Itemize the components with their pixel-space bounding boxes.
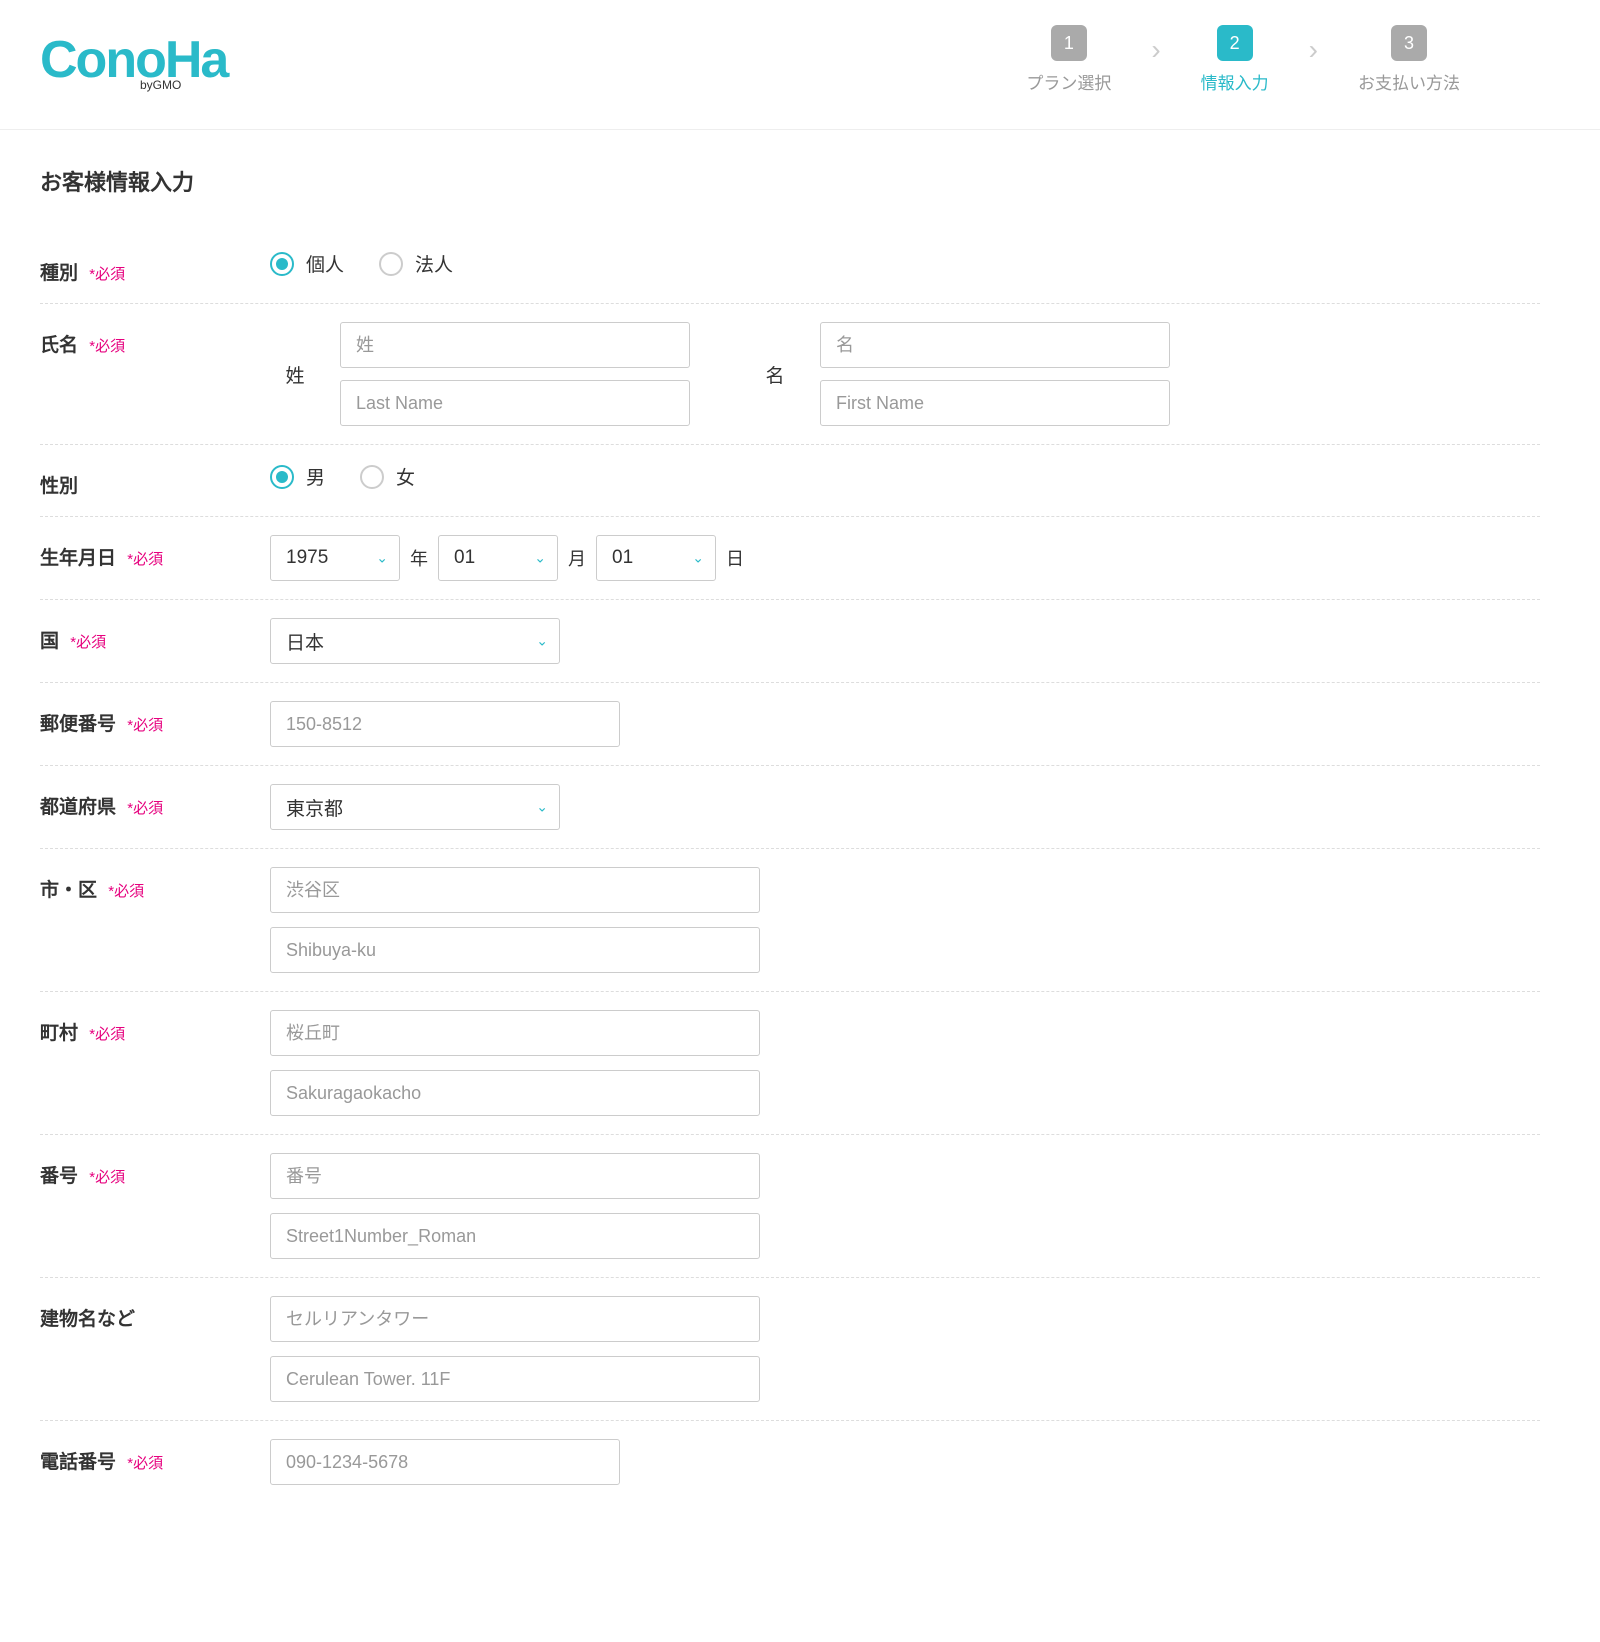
postal-input[interactable]	[270, 701, 620, 747]
day-select[interactable]: 01	[596, 535, 716, 581]
day-unit: 日	[726, 545, 744, 571]
row-town: 町村 *必須	[40, 992, 1540, 1135]
label-building: 建物名など	[40, 1296, 270, 1331]
form-container: お客様情報入力 種別 *必須 個人 法人 氏名 *必須	[0, 130, 1580, 1538]
required-marker: *必須	[108, 883, 144, 900]
header: ConoHa byGMO 1 プラン選択 › 2 情報入力 › 3 お支払い方法	[0, 0, 1600, 130]
required-marker: *必須	[89, 1026, 125, 1043]
label-birthdate: 生年月日 *必須	[40, 535, 270, 570]
label-type: 種別 *必須	[40, 250, 270, 285]
firstname-en-input[interactable]	[820, 380, 1170, 426]
required-marker: *必須	[127, 717, 163, 734]
row-name: 氏名 *必須 姓 名	[40, 304, 1540, 445]
month-unit: 月	[568, 545, 586, 571]
row-birthdate: 生年月日 *必須 1975 ⌄ 年 01 ⌄ 月 01 ⌄ 日	[40, 517, 1540, 600]
page-title: お客様情報入力	[40, 165, 1540, 197]
town-jp-input[interactable]	[270, 1010, 760, 1056]
building-en-input[interactable]	[270, 1356, 760, 1402]
country-select[interactable]: 日本	[270, 618, 560, 664]
row-phone: 電話番号 *必須	[40, 1421, 1540, 1503]
phone-input[interactable]	[270, 1439, 620, 1485]
street-jp-input[interactable]	[270, 1153, 760, 1199]
required-marker: *必須	[89, 266, 125, 283]
required-marker: *必須	[89, 1169, 125, 1186]
street-en-input[interactable]	[270, 1213, 760, 1259]
row-building: 建物名など	[40, 1278, 1540, 1421]
step-plan: 1 プラン選択	[1026, 25, 1111, 94]
city-en-input[interactable]	[270, 927, 760, 973]
logo-subtext: byGMO	[140, 79, 181, 91]
row-gender: 性別 男 女	[40, 445, 1540, 517]
step-2-box: 2	[1217, 25, 1253, 61]
label-name: 氏名 *必須	[40, 322, 270, 357]
step-1-label: プラン選択	[1026, 69, 1111, 94]
year-select[interactable]: 1975	[270, 535, 400, 581]
lastname-jp-input[interactable]	[340, 322, 690, 368]
row-prefecture: 都道府県 *必須 東京都 ⌄	[40, 766, 1540, 849]
label-mei: 名	[750, 361, 800, 388]
building-jp-input[interactable]	[270, 1296, 760, 1342]
label-country: 国 *必須	[40, 618, 270, 653]
label-city: 市・区 *必須	[40, 867, 270, 902]
label-postal: 郵便番号 *必須	[40, 701, 270, 736]
step-info: 2 情報入力	[1201, 25, 1269, 94]
row-street: 番号 *必須	[40, 1135, 1540, 1278]
radio-label: 女	[396, 463, 415, 490]
year-unit: 年	[410, 545, 428, 571]
firstname-jp-input[interactable]	[820, 322, 1170, 368]
required-marker: *必須	[89, 338, 125, 355]
required-marker: *必須	[127, 1455, 163, 1472]
label-sei: 姓	[270, 361, 320, 388]
row-city: 市・区 *必須	[40, 849, 1540, 992]
label-phone: 電話番号 *必須	[40, 1439, 270, 1474]
required-marker: *必須	[127, 551, 163, 568]
label-street: 番号 *必須	[40, 1153, 270, 1188]
step-1-box: 1	[1051, 25, 1087, 61]
required-marker: *必須	[127, 800, 163, 817]
logo: ConoHa byGMO	[40, 34, 227, 86]
label-prefecture: 都道府県 *必須	[40, 784, 270, 819]
step-payment: 3 お支払い方法	[1358, 25, 1460, 94]
logo-text: ConoHa	[40, 31, 227, 89]
radio-label: 法人	[415, 250, 453, 277]
step-3-label: お支払い方法	[1358, 69, 1460, 94]
progress-steps: 1 プラン選択 › 2 情報入力 › 3 お支払い方法	[1026, 25, 1460, 94]
row-country: 国 *必須 日本 ⌄	[40, 600, 1540, 683]
month-select[interactable]: 01	[438, 535, 558, 581]
chevron-right-icon: ›	[1309, 34, 1318, 66]
radio-label: 男	[306, 463, 325, 490]
radio-icon	[270, 465, 294, 489]
radio-individual[interactable]: 個人	[270, 250, 344, 277]
radio-icon	[360, 465, 384, 489]
label-town: 町村 *必須	[40, 1010, 270, 1045]
gender-radio-group: 男 女	[270, 463, 415, 490]
radio-icon	[379, 252, 403, 276]
step-3-box: 3	[1391, 25, 1427, 61]
required-marker: *必須	[70, 634, 106, 651]
row-type: 種別 *必須 個人 法人	[40, 232, 1540, 304]
city-jp-input[interactable]	[270, 867, 760, 913]
town-en-input[interactable]	[270, 1070, 760, 1116]
radio-label: 個人	[306, 250, 344, 277]
label-gender: 性別	[40, 463, 270, 498]
radio-icon	[270, 252, 294, 276]
type-radio-group: 個人 法人	[270, 250, 453, 277]
chevron-right-icon: ›	[1151, 34, 1160, 66]
row-postal: 郵便番号 *必須	[40, 683, 1540, 766]
radio-female[interactable]: 女	[360, 463, 415, 490]
prefecture-select[interactable]: 東京都	[270, 784, 560, 830]
radio-male[interactable]: 男	[270, 463, 325, 490]
step-2-label: 情報入力	[1201, 69, 1269, 94]
lastname-en-input[interactable]	[340, 380, 690, 426]
radio-corporate[interactable]: 法人	[379, 250, 453, 277]
